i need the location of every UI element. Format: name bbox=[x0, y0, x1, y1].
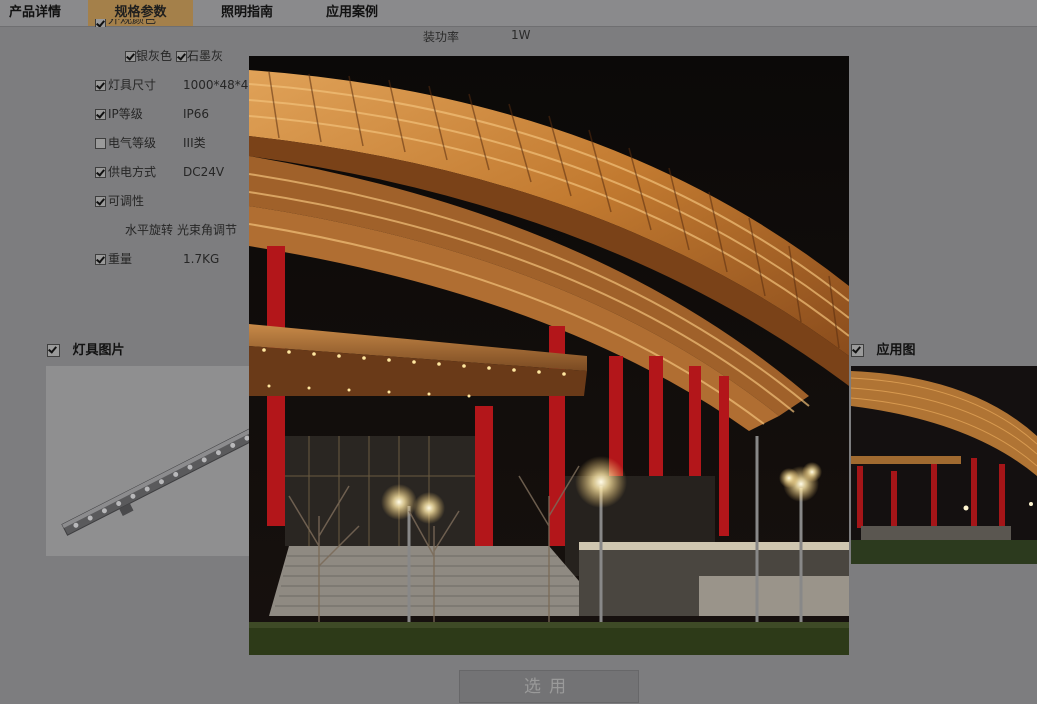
application-thumbnail[interactable] bbox=[851, 366, 1037, 564]
ip-label: IP等级 bbox=[108, 107, 143, 121]
power-value: 1W bbox=[511, 28, 531, 42]
spec-row-ip: IP等级 IP66 bbox=[95, 106, 209, 122]
application-thumbnail-picture bbox=[851, 366, 1037, 564]
spec-row-electrical: 电气等级 III类 bbox=[95, 135, 206, 151]
night-building-photo bbox=[249, 56, 849, 655]
size-checkbox[interactable] bbox=[95, 80, 106, 91]
graphite-checkbox[interactable] bbox=[176, 51, 187, 62]
tab-lighting-guide[interactable]: 照明指南 bbox=[208, 0, 286, 26]
lamp-image-label: 灯具图片 bbox=[72, 343, 125, 358]
ip-checkbox[interactable] bbox=[95, 109, 106, 120]
electrical-value: III类 bbox=[183, 136, 206, 150]
application-label: 应用图 bbox=[876, 343, 916, 358]
adjustable-label: 可调性 bbox=[108, 194, 145, 208]
weight-label: 重量 bbox=[108, 252, 133, 266]
graphite-label: 石墨灰 bbox=[187, 49, 224, 63]
spec-row-adjustable: 可调性 bbox=[95, 193, 144, 209]
linear-lamp-picture bbox=[61, 419, 274, 536]
color-option-silver: 银灰色 bbox=[125, 48, 172, 64]
tab-product-details[interactable]: 产品详情 bbox=[0, 0, 70, 26]
application-image-heading: 应用图 bbox=[851, 343, 916, 359]
silver-checkbox[interactable] bbox=[125, 51, 136, 62]
lamp-image-checkbox[interactable] bbox=[47, 344, 60, 357]
application-checkbox[interactable] bbox=[851, 344, 864, 357]
select-button[interactable]: 选用 bbox=[459, 670, 639, 703]
appearance-checkbox[interactable] bbox=[95, 19, 106, 27]
color-option-graphite: 石墨灰 bbox=[176, 48, 223, 64]
weight-value: 1.7KG bbox=[183, 252, 220, 266]
spec-appearance-color: 外观颜色 bbox=[95, 19, 156, 27]
electrical-label: 电气等级 bbox=[108, 136, 157, 150]
adjust-option-rotation: 水平旋转 bbox=[125, 223, 174, 237]
enlarged-application-photo[interactable] bbox=[249, 56, 849, 655]
silver-label: 银灰色 bbox=[136, 49, 173, 63]
adjust-option-beam: 光束角调节 bbox=[177, 223, 238, 237]
power-supply-label: 供电方式 bbox=[108, 165, 157, 179]
size-label: 灯具尺寸 bbox=[108, 78, 157, 92]
spec-row-weight: 重量 1.7KG bbox=[95, 251, 219, 267]
spec-row-size: 灯具尺寸 1000*48*46 bbox=[95, 77, 256, 93]
spec-row-power-supply: 供电方式 DC24V bbox=[95, 164, 224, 180]
lamp-image-heading: 灯具图片 bbox=[47, 343, 125, 359]
adjustable-checkbox[interactable] bbox=[95, 196, 106, 207]
electrical-checkbox[interactable] bbox=[95, 138, 106, 149]
size-value: 1000*48*46 bbox=[183, 78, 257, 92]
tab-application-cases[interactable]: 应用案例 bbox=[314, 0, 390, 26]
power-label: 装功率 bbox=[423, 30, 460, 44]
lamp-product-image[interactable] bbox=[46, 366, 274, 556]
weight-checkbox[interactable] bbox=[95, 254, 106, 265]
ip-value: IP66 bbox=[183, 107, 210, 121]
power-supply-checkbox[interactable] bbox=[95, 167, 106, 178]
appearance-label: 外观颜色 bbox=[108, 19, 157, 26]
power-supply-value: DC24V bbox=[183, 165, 225, 179]
